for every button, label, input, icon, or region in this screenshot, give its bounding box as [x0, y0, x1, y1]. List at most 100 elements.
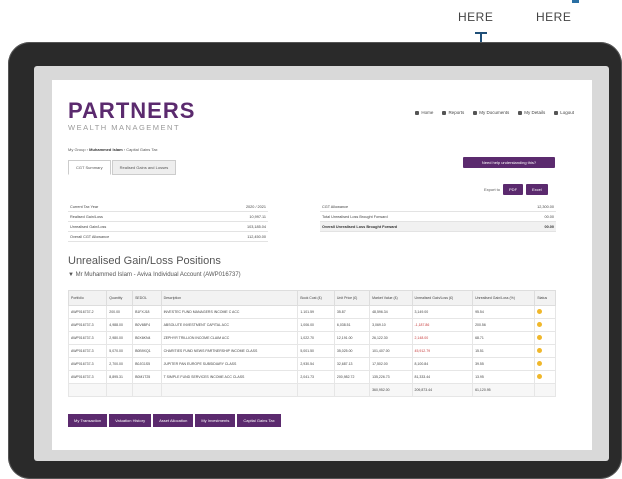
bottom-nav: My Transaction Valuation History Asset A… — [68, 414, 281, 427]
breadcrumb-root[interactable]: My Group — [68, 147, 86, 152]
summary-value: 112,450.00 — [247, 234, 266, 239]
summary-left: Current Tax Year 2020 / 2021 Realised Gai… — [68, 202, 268, 242]
status-cell — [534, 331, 556, 345]
account-title[interactable]: ▼ Mr Muhammed Islam - Aviva Individual A… — [68, 272, 241, 278]
cell — [333, 383, 371, 397]
cell: INVESTEC FUND MANAGERS INCOME C ACC — [160, 305, 299, 319]
cell: 3,149.00 — [411, 305, 474, 319]
cell: B0M1T25 — [132, 370, 162, 384]
cell: 2,980.00 — [106, 331, 134, 345]
table-row[interactable]: AWP016737-3 2,700.00 B0JG1S5 JUPITER PAN EU… — [67, 357, 556, 371]
bottom-nav-investments[interactable]: My Investments — [195, 414, 236, 427]
bottom-nav-capital-gains-tax[interactable]: Capital Gains Tax — [237, 414, 281, 427]
cell: 32,687.13 — [333, 357, 371, 371]
summary-label: Overall Unrealised Loss Brought Forward — [322, 224, 398, 229]
nav-details[interactable]: My Details — [518, 110, 545, 115]
account-title-text: Mr Muhammed Islam - Aviva Individual Acc… — [75, 272, 241, 278]
col-header[interactable]: Portfolio — [67, 290, 108, 306]
reports-icon — [442, 110, 447, 115]
cell: 8,895.31 — [106, 370, 134, 384]
cell: 17,502.00 — [369, 357, 413, 371]
summary-label: Realised Gain/Loss — [70, 214, 103, 219]
cell: 1,006.00 — [297, 318, 335, 332]
col-header[interactable]: Market Value (£) — [369, 290, 413, 306]
summary-row: Overall CGT Allowance 112,450.00 — [68, 232, 268, 242]
cell: 5,070.00 — [106, 344, 134, 358]
nav-reports[interactable]: Reports — [442, 110, 464, 115]
summary-row: Current Tax Year 2020 / 2021 — [68, 202, 268, 212]
cell: -1,187.86 — [411, 318, 474, 332]
cell: 13.95 — [472, 370, 536, 384]
section-title: Unrealised Gain/Loss Positions — [68, 255, 221, 267]
table-row[interactable]: AWP016737-3 2,980.00 B0X6KN4 ZEPHYR TRILLIO… — [67, 331, 556, 345]
summary-value: 00.00 — [544, 224, 554, 229]
total-gain: 209,873.44 — [411, 383, 474, 397]
cell: 4,988.00 — [106, 318, 134, 332]
summary-label: CGT Allowance — [322, 204, 349, 209]
nav-label: Reports — [448, 110, 465, 115]
nav-label: My Details — [524, 110, 546, 115]
nav-label: Logout — [560, 110, 574, 115]
bottom-nav-asset-allocation[interactable]: Asset Allocation — [153, 414, 194, 427]
nav-logout[interactable]: Logout — [554, 110, 574, 115]
summary-value: 00.00 — [544, 214, 554, 219]
summary-label: Overall CGT Allowance — [70, 234, 110, 239]
total-market-value: 360,952.00 — [369, 383, 413, 397]
cell: CHARITIES FUND NEWS PARTNERSHIP INCOME C… — [160, 344, 299, 358]
bottom-nav-transaction[interactable]: My Transaction — [68, 414, 108, 427]
col-header[interactable]: Book Cost (£) — [297, 290, 335, 306]
documents-icon — [473, 110, 478, 115]
callout-edge-mark — [572, 0, 579, 3]
summary-row: CGT Allowance 12,300.00 — [320, 202, 556, 212]
cell — [132, 383, 162, 397]
home-icon — [415, 110, 420, 115]
col-header[interactable]: Status — [534, 290, 556, 306]
cell: JUPITER PAN EUROPE SUBSIDIARY CLASS — [160, 357, 299, 371]
tab-realised-gains[interactable]: Realised Gains and Losses — [111, 160, 177, 175]
summary-row: Overall Unrealised Loss Brought Forward 0… — [320, 222, 556, 232]
col-header[interactable]: Unit Price (£) — [333, 290, 371, 306]
logo-line1: PARTNERS — [68, 98, 196, 123]
table-row[interactable]: AWP016737-2 200.00 B1FXJ18 INVESTEC FUND MA… — [67, 305, 556, 319]
status-cell — [534, 318, 556, 332]
cell: 12,191.00 — [333, 331, 371, 345]
table-row[interactable]: AWP016737-3 5,070.00 B0B9XQ1 CHARITIES FUND… — [67, 344, 556, 358]
cell: 2,930.54 — [297, 357, 335, 371]
cell: B0B9XQ1 — [132, 344, 162, 358]
col-header[interactable]: SEDOL — [132, 290, 162, 306]
export-excel-button[interactable]: Excel — [526, 184, 548, 195]
cell — [160, 383, 299, 397]
tab-cgt-summary[interactable]: CGT Summary — [68, 160, 111, 175]
col-header[interactable]: Quantity — [106, 290, 134, 306]
cell: 48,596.34 — [369, 305, 413, 319]
export-label: Export to — [484, 187, 501, 192]
cell: B0JG1S5 — [132, 357, 162, 371]
table-row[interactable]: AWP016737-3 4,988.00 B0V6BF4 ABSOLUTE INVES… — [67, 318, 556, 332]
col-header[interactable]: Description — [160, 290, 299, 306]
help-button[interactable]: Need help understanding this? — [463, 157, 555, 168]
bottom-nav-valuation-history[interactable]: Valuation History — [109, 414, 152, 427]
col-header[interactable]: Unrealised Gain/Loss (%) — [472, 290, 536, 306]
export-pdf-button[interactable]: PDF — [503, 184, 524, 195]
cell: 81,333.44 — [411, 370, 474, 384]
warning-icon — [537, 309, 543, 314]
cell: 200,982.72 — [333, 370, 371, 384]
summary-label: Unrealised Gain/Loss — [70, 224, 107, 229]
cell: 5,001.50 — [297, 344, 335, 358]
cell: AWP016737-3 — [67, 357, 108, 371]
logo-line2: WEALTH MANAGEMENT — [68, 123, 181, 132]
nav-documents[interactable]: My Documents — [473, 110, 509, 115]
company-logo[interactable]: PARTNERS WEALTH MANAGEMENT — [68, 98, 196, 133]
nav-home[interactable]: Home — [415, 110, 433, 115]
status-cell — [534, 305, 556, 319]
status-cell — [534, 370, 556, 384]
table-total-row: 360,952.00 209,873.44 61,120.95 — [67, 383, 556, 397]
cell: 35,025.00 — [333, 344, 371, 358]
total-pct: 61,120.95 — [472, 383, 536, 397]
col-header[interactable]: Unrealised Gain/Loss (£) — [411, 290, 474, 306]
cell: 1,022.70 — [297, 331, 335, 345]
breadcrumb-current[interactable]: Muhammed Islam — [89, 147, 123, 152]
cell: ZEPHYR TRILLION INCOME CLAIM ACC — [160, 331, 299, 345]
warning-icon — [537, 322, 543, 327]
table-row[interactable]: AWP016737-3 8,895.31 B0M1T25 T SIMPLE FUND … — [67, 370, 556, 384]
